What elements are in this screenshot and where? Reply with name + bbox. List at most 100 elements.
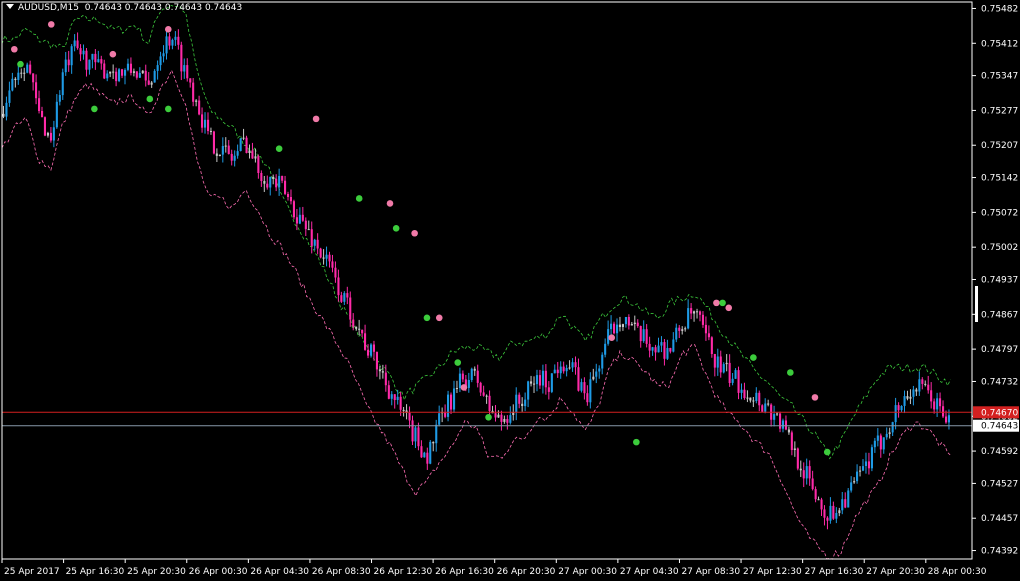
y-tick-label: 0.75412 [981,39,1018,49]
candle-body [802,470,805,479]
candle-body [651,347,654,351]
candle-body [574,362,577,368]
candle-body [933,401,936,410]
candle-body [384,372,387,386]
candle-body [381,371,384,373]
y-tick-label: 0.74592 [981,447,1018,457]
candle-body [304,220,307,230]
candle-body [577,367,580,391]
candle-body [387,385,390,399]
y-tick-label: 0.74732 [981,377,1018,387]
plot-border [1,1,973,560]
candle-body [610,323,613,330]
chart-canvas[interactable]: 0.75482 0.75412 0.75347 0.75277 0.75207 0.751… [0,0,1020,581]
candle-body [799,468,802,471]
signal-dot-high [713,299,720,307]
candle-body [707,333,710,338]
candle-body [859,470,862,472]
candle-body [509,415,512,423]
candle-body [458,373,461,388]
signal-dot-low [633,438,640,446]
menu-triangle-icon[interactable] [6,4,14,9]
candle-body [687,308,690,329]
signal-dot-high [435,314,443,322]
candle-body [684,328,687,330]
candle-body [808,466,811,479]
candle-body [571,362,574,368]
candle-body [844,499,847,508]
signal-dot-low [485,413,492,421]
candle-body [500,414,503,422]
candle-body [11,78,14,91]
candle-body [704,324,707,334]
candle-body [61,72,64,96]
candle-body [482,392,485,396]
candle-body [310,229,313,246]
y-tick-label: 0.75347 [981,72,1018,82]
candle-body [97,59,100,63]
candle-body [776,413,779,415]
y-tick-label: 0.74527 [981,479,1018,489]
candle-body [263,181,266,184]
candle-body [46,132,49,136]
candle-body [100,59,103,64]
candle-body [426,452,429,464]
signal-dot-low [17,60,24,68]
candle-body [201,114,204,128]
candle-body [257,156,260,173]
candle-body [109,71,112,74]
candle-body [781,420,784,429]
candle-body [370,344,373,356]
candle-body [752,400,755,402]
candle-body [212,131,215,154]
candle-body [325,254,328,259]
x-tick-label: 25 Apr 2017 [4,567,60,577]
signal-dot-high [411,229,418,237]
candle-body [939,398,942,407]
candle-body [693,311,696,314]
candle-body [666,348,669,359]
candle-body [633,322,636,324]
candle-body [112,71,115,73]
candle-body [242,137,245,139]
x-tick-label: 27 Apr 00:30 [558,567,617,577]
candle-body [906,396,909,399]
candle-body [618,324,621,327]
candle-body [559,366,562,374]
candle-body [180,44,183,72]
candle-body [135,71,138,78]
candle-body [746,397,749,399]
candle-body [287,194,290,197]
candle-body [767,403,770,405]
candle-body [328,254,331,262]
candle-body [627,317,630,326]
candle-body [524,399,527,407]
candle-body [918,379,921,392]
candle-body [453,388,456,410]
candle-body [779,413,782,429]
candle-body [307,229,310,231]
candle-body [556,369,559,374]
candle-body [761,405,764,412]
candle-body [814,489,817,500]
candle-body [787,429,790,433]
candle-body [8,90,11,103]
candle-body [165,36,168,54]
candle-body [850,482,853,491]
candle-body [909,396,912,399]
candle-body [76,40,79,49]
chart-area[interactable]: 0.75482 0.75412 0.75347 0.75277 0.75207 0.751… [0,0,1020,581]
lower-band-line [1,69,951,560]
candle-body [118,69,121,82]
x-tick-label: 26 Apr 00:30 [189,567,248,577]
x-tick-label: 26 Apr 04:30 [250,567,309,577]
candle-body [755,392,758,401]
candle-body [903,396,906,406]
candle-body [218,154,221,156]
candle-body [663,342,666,359]
scroll-marker[interactable] [975,286,978,322]
candle-body [156,65,159,71]
candle-body [681,329,684,331]
time-axis: 25 Apr 2017 25 Apr 16:30 25 Apr 20:30 26 Ap… [1,559,987,577]
candle-body [221,146,224,155]
